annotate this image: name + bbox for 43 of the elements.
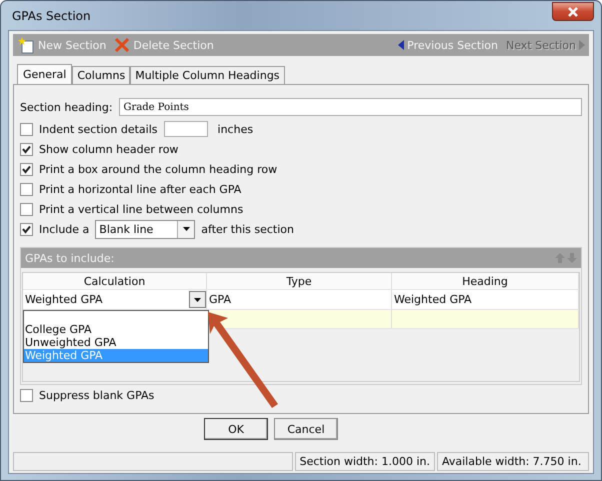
tab[interactable]: General xyxy=(17,64,72,84)
group-title: GPAs to include: xyxy=(25,252,114,264)
calculation-dropdown[interactable]: Weighted GPA xyxy=(23,290,207,310)
blank-line-dropdown[interactable]: Blank line xyxy=(95,220,196,238)
left-arrow-icon xyxy=(398,40,404,50)
indent-field[interactable] xyxy=(164,121,208,137)
checkbox[interactable] xyxy=(20,388,33,402)
window-title: GPAs Section xyxy=(11,8,91,22)
column-header[interactable]: Calculation xyxy=(23,273,207,290)
close-button[interactable] xyxy=(552,2,594,21)
dialog-button[interactable]: Cancel xyxy=(274,418,338,440)
dropdown-option[interactable]: College GPA xyxy=(24,323,208,336)
checkbox-label: Print a horizontal line after each GPA xyxy=(39,182,242,196)
checkbox[interactable] xyxy=(20,222,33,236)
checkbox-suffix: after this section xyxy=(201,222,294,236)
table-cell: GPA xyxy=(207,290,392,310)
checkbox-label: Include a xyxy=(39,222,90,236)
right-arrow-icon xyxy=(579,40,585,50)
tab[interactable]: Columns xyxy=(72,66,130,84)
column-header[interactable]: Type xyxy=(207,273,392,290)
close-icon xyxy=(567,6,579,16)
checkbox-label: Suppress blank GPAs xyxy=(39,388,154,402)
tab[interactable]: Multiple Column Headings xyxy=(130,66,285,84)
checkbox[interactable] xyxy=(20,162,33,176)
dropdown-option[interactable]: Unweighted GPA xyxy=(24,336,208,349)
checkbox[interactable] xyxy=(20,182,33,196)
checkbox[interactable] xyxy=(20,202,33,216)
unit-label: inches xyxy=(218,122,254,136)
status-text: Section width: 1.000 in. xyxy=(294,452,435,471)
delete-icon xyxy=(114,37,130,53)
table-cell: Weighted GPA xyxy=(392,290,579,310)
checkbox-label: Indent section details xyxy=(39,122,158,136)
checkbox[interactable] xyxy=(20,142,33,156)
column-header[interactable]: Heading xyxy=(392,273,579,290)
checkbox-label: Print a box around the column heading row xyxy=(39,162,278,176)
checkbox-label: Print a vertical line between columns xyxy=(39,202,244,216)
field-label: Section heading: xyxy=(20,100,113,114)
dialog-button[interactable]: OK xyxy=(204,418,268,440)
status-text: Available width: 7.750 in. xyxy=(437,452,589,471)
section-heading-field[interactable]: Grade Points xyxy=(118,98,582,116)
checkbox[interactable] xyxy=(20,122,33,136)
checkbox-label: Show column header row xyxy=(39,142,178,156)
new-page-icon xyxy=(17,36,35,54)
